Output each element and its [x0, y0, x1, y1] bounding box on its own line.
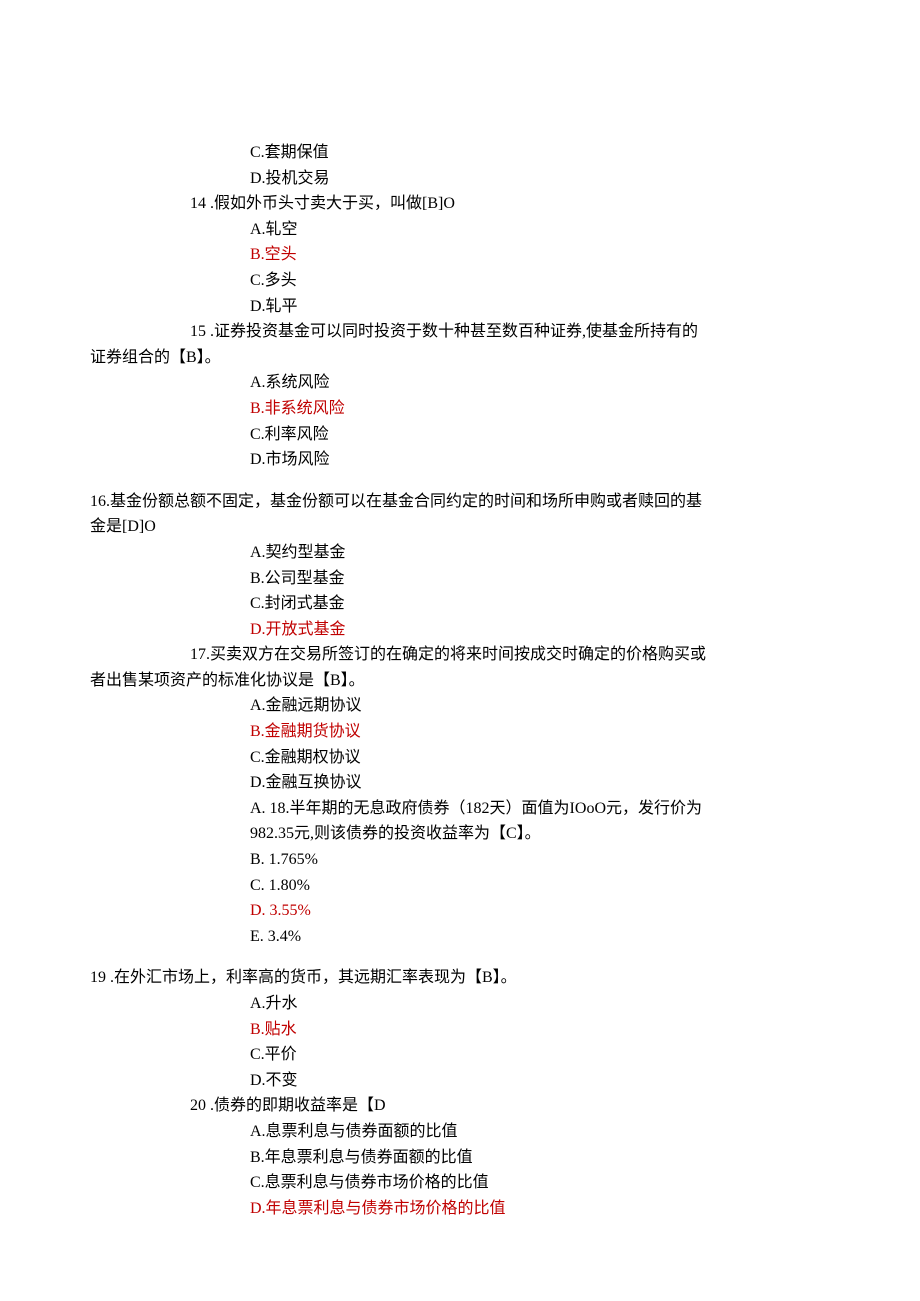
q20-options: A.息票利息与债券面额的比值 B.年息票利息与债券面额的比值 C.息票利息与债券…	[250, 1119, 830, 1221]
q16-option-b: B.公司型基金	[250, 566, 830, 592]
q15-option-b: B.非系统风险	[250, 396, 830, 422]
q20-option-a: A.息票利息与债券面额的比值	[250, 1119, 830, 1145]
q15-options: A.系统风险 B.非系统风险 C.利率风险 D.市场风险	[250, 370, 830, 472]
q16-option-d: D.开放式基金	[250, 617, 830, 643]
q13-option-c: C.套期保值	[250, 140, 830, 166]
q15-option-c: C.利率风险	[250, 422, 830, 448]
q16-stem-line2: 金是[D]O	[90, 514, 830, 540]
q14-option-c: C.多头	[250, 268, 830, 294]
q15-option-d: D.市场风险	[250, 447, 830, 473]
q18-stem-a: A. 18.半年期的无息政府债券（182天）面值为IOoO元，发行价为	[250, 796, 830, 822]
q14-stem: 14 .假如外币头寸卖大于买，叫做[B]O	[190, 191, 830, 217]
q19-option-a: A.升水	[250, 991, 830, 1017]
q17-options: A.金融远期协议 B.金融期货协议 C.金融期权协议 D.金融互换协议	[250, 693, 830, 795]
q20-option-c: C.息票利息与债券市场价格的比值	[250, 1170, 830, 1196]
q15-stem-line1: 15 .证券投资基金可以同时投资于数十种甚至数百种证券,使基金所持有的	[190, 319, 830, 345]
q19-option-b: B.贴水	[250, 1017, 830, 1043]
q16-stem-line1: 16.基金份额总额不固定，基金份额可以在基金合同约定的时间和场所申购或者赎回的基	[90, 489, 830, 515]
q19-options: A.升水 B.贴水 C.平价 D.不变	[250, 991, 830, 1093]
q19-stem: 19 .在外汇市场上，利率高的货币，其远期汇率表现为【B】。	[90, 965, 830, 991]
q16-option-c: C.封闭式基金	[250, 591, 830, 617]
q15-option-a: A.系统风险	[250, 370, 830, 396]
q18-block: A. 18.半年期的无息政府债券（182天）面值为IOoO元，发行价为 982.…	[250, 796, 830, 950]
q17-option-b: B.金融期货协议	[250, 719, 830, 745]
q19-option-d: D.不变	[250, 1068, 830, 1094]
q16-options: A.契约型基金 B.公司型基金 C.封闭式基金 D.开放式基金	[250, 540, 830, 642]
q17-option-c: C.金融期权协议	[250, 745, 830, 771]
q17-option-d: D.金融互换协议	[250, 770, 830, 796]
q20-stem: 20 .债券的即期收益率是【D	[190, 1093, 830, 1119]
q14-option-b: B.空头	[250, 242, 830, 268]
q17-stem-line2: 者出售某项资产的标准化协议是【B】。	[90, 668, 830, 694]
q16-option-a: A.契约型基金	[250, 540, 830, 566]
q19-option-c: C.平价	[250, 1042, 830, 1068]
q18-option-e: E. 3.4%	[250, 924, 830, 950]
q17-option-a: A.金融远期协议	[250, 693, 830, 719]
q20-option-b: B.年息票利息与债券面额的比值	[250, 1145, 830, 1171]
q18-stem-line2: 982.35元,则该债券的投资收益率为【C】。	[250, 821, 830, 847]
q14-option-d: D.轧平	[250, 294, 830, 320]
q13-option-d: D.投机交易	[250, 166, 830, 192]
q18-option-b: B. 1.765%	[250, 847, 830, 873]
spacer	[90, 473, 830, 489]
spacer	[90, 949, 830, 965]
q20-option-d: D.年息票利息与债券市场价格的比值	[250, 1196, 830, 1222]
q15-stem-line2: 证券组合的【B】。	[90, 345, 830, 371]
q13-options: C.套期保值 D.投机交易	[250, 140, 830, 191]
q18-option-d: D. 3.55%	[250, 898, 830, 924]
q17-stem-line1: 17.买卖双方在交易所签订的在确定的将来时间按成交时确定的价格购买或	[190, 642, 830, 668]
q14-options: A.轧空 B.空头 C.多头 D.轧平	[250, 217, 830, 319]
q14-option-a: A.轧空	[250, 217, 830, 243]
q18-option-c: C. 1.80%	[250, 873, 830, 899]
